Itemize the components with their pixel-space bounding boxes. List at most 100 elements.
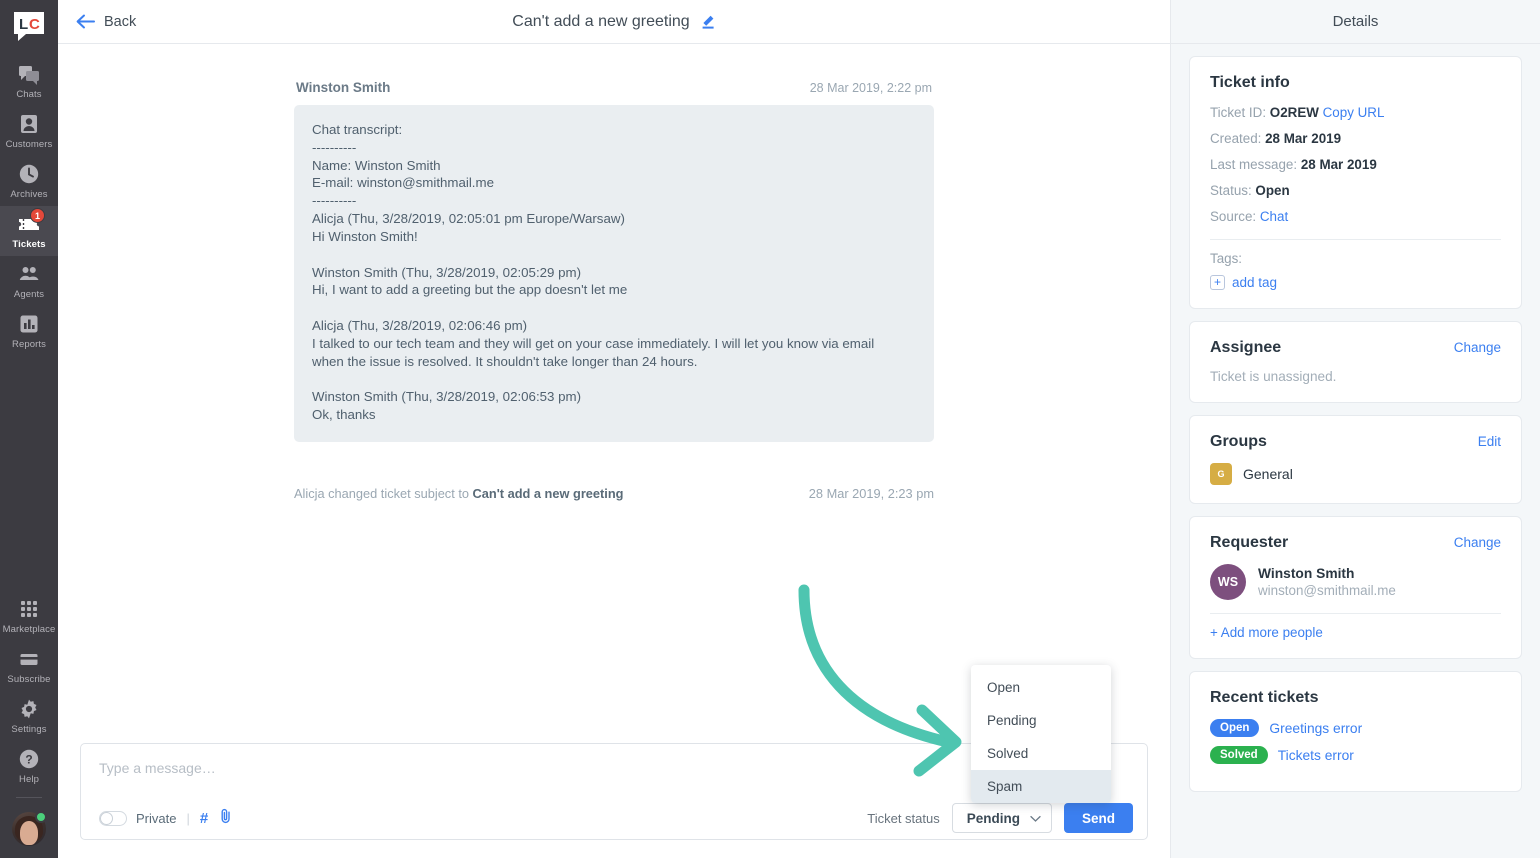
agent-avatar[interactable] <box>12 811 47 846</box>
recent-ticket-link[interactable]: Greetings error <box>1269 721 1362 736</box>
plus-icon: + <box>1210 275 1225 291</box>
recent-ticket-item[interactable]: Open Greetings error <box>1210 719 1501 738</box>
system-event-timestamp: 28 Mar 2019, 2:23 pm <box>808 485 934 501</box>
back-button[interactable]: Back <box>76 14 136 30</box>
subscribe-icon <box>18 648 40 670</box>
group-avatar: G <box>1210 463 1232 486</box>
conversation-area: Winston Smith 28 Mar 2019, 2:22 pm Chat … <box>58 44 1170 743</box>
groups-header: Groups Edit <box>1210 433 1501 451</box>
composer-actions: Ticket status Pending Send <box>867 803 1133 833</box>
arrow-left-icon <box>76 14 95 29</box>
sidebar-item-help[interactable]: ? Help <box>0 741 58 791</box>
details-header: Details <box>1171 0 1540 44</box>
requester-change-link[interactable]: Change <box>1454 535 1501 550</box>
copy-url-link[interactable]: Copy URL <box>1323 105 1385 120</box>
send-button[interactable]: Send <box>1063 803 1133 833</box>
assignee-change-link[interactable]: Change <box>1454 340 1501 355</box>
sidebar-item-label: Subscribe <box>7 674 51 685</box>
details-panel: Details Ticket info Ticket ID: O2REW Cop… <box>1170 0 1540 858</box>
back-button-label: Back <box>104 13 137 30</box>
status-dropdown-menu: Open Pending Solved Spam <box>971 665 1111 803</box>
groups-edit-link[interactable]: Edit <box>1478 434 1501 449</box>
sidebar-item-label: Tickets <box>12 239 46 250</box>
source-label: Source: <box>1210 209 1257 225</box>
ticket-status-label: Ticket status <box>867 810 940 826</box>
system-event-prefix: Alicja changed ticket subject to <box>294 485 473 501</box>
sidebar-item-tickets[interactable]: 1 Tickets <box>0 206 58 256</box>
sidebar-item-archives[interactable]: Archives <box>0 156 58 206</box>
details-body: Ticket info Ticket ID: O2REW Copy URL Cr… <box>1171 44 1540 822</box>
add-tag-label: add tag <box>1232 275 1278 291</box>
reports-icon <box>18 313 40 335</box>
sidebar-item-label: Chats <box>16 89 42 100</box>
sidebar-item-chats[interactable]: Chats <box>0 56 58 106</box>
sidebar-item-marketplace[interactable]: Marketplace <box>0 591 58 641</box>
groups-title: Groups <box>1210 433 1267 451</box>
last-message-row: Last message: 28 Mar 2019 <box>1210 156 1501 174</box>
requester-card: Requester Change WS Winston Smith winsto… <box>1189 516 1522 660</box>
chevron-down-icon <box>1030 811 1041 826</box>
requester-avatar: WS <box>1210 564 1246 601</box>
page-title-row: Can't add a new greeting <box>58 13 1170 31</box>
livechat-logo[interactable]: L C <box>12 10 46 42</box>
add-more-people-button[interactable]: + Add more people <box>1210 625 1501 640</box>
requester-header: Requester Change <box>1210 534 1501 552</box>
requester-email: winston@smithmail.me <box>1258 583 1396 599</box>
assignee-title: Assignee <box>1210 339 1282 357</box>
ticket-id-label: Ticket ID: <box>1210 105 1267 120</box>
private-toggle[interactable] <box>99 810 127 826</box>
marketplace-icon <box>18 598 40 620</box>
message-author: Winston Smith <box>296 80 391 95</box>
ticket-info-title: Ticket info <box>1210 74 1290 91</box>
gear-icon <box>18 698 40 720</box>
sidebar-item-settings[interactable]: Settings <box>0 691 58 741</box>
dropdown-option-pending[interactable]: Pending <box>971 704 1111 737</box>
composer-toolbar: Private | # Ticket status Pending Send <box>81 797 1147 839</box>
paperclip-icon[interactable] <box>220 808 232 828</box>
ticket-topbar: Back Can't add a new greeting <box>58 0 1170 44</box>
dropdown-option-solved[interactable]: Solved <box>971 737 1111 770</box>
group-item[interactable]: G General <box>1210 463 1501 486</box>
svg-text:L: L <box>19 16 28 33</box>
requester-row[interactable]: WS Winston Smith winston@smithmail.me <box>1210 564 1501 601</box>
assignee-empty-text: Ticket is unassigned. <box>1210 369 1337 385</box>
sidebar-item-agents[interactable]: Agents <box>0 256 58 306</box>
message-body: Chat transcript: ---------- Name: Winsto… <box>294 105 934 442</box>
ticket-info-card: Ticket info Ticket ID: O2REW Copy URL Cr… <box>1189 56 1522 310</box>
main-sidebar: L C Chats Customers Archives 1 Tickets A… <box>0 0 58 858</box>
group-name: General <box>1243 466 1293 483</box>
last-message-label: Last message: <box>1210 157 1298 173</box>
agents-icon <box>18 263 40 285</box>
ticket-id-row: Ticket ID: O2REW Copy URL <box>1210 104 1501 122</box>
recent-ticket-link[interactable]: Tickets error <box>1278 748 1354 763</box>
dropdown-option-open[interactable]: Open <box>971 671 1111 704</box>
sidebar-item-label: Help <box>19 774 39 785</box>
app-root: L C Chats Customers Archives 1 Tickets A… <box>0 0 1540 858</box>
status-label: Status: <box>1210 183 1252 199</box>
sidebar-item-subscribe[interactable]: Subscribe <box>0 641 58 691</box>
pencil-icon[interactable] <box>700 14 716 30</box>
chats-icon <box>18 63 40 85</box>
ticket-status-value: Pending <box>966 810 1020 826</box>
ticket-status-select[interactable]: Pending <box>951 803 1052 833</box>
message-header: Winston Smith 28 Mar 2019, 2:22 pm <box>294 80 934 105</box>
sidebar-item-customers[interactable]: Customers <box>0 106 58 156</box>
assignee-card: Assignee Change Ticket is unassigned. <box>1189 321 1522 404</box>
sidebar-item-label: Archives <box>10 189 48 200</box>
message-timestamp: 28 Mar 2019, 2:22 pm <box>809 81 932 95</box>
add-tag-button[interactable]: + add tag <box>1210 275 1501 291</box>
canned-response-icon[interactable]: # <box>200 810 208 827</box>
dropdown-option-spam[interactable]: Spam <box>971 770 1111 803</box>
sidebar-divider <box>16 797 42 798</box>
ticket-info-divider <box>1210 239 1501 241</box>
online-status-indicator <box>35 811 47 823</box>
sidebar-item-label: Customers <box>5 139 53 150</box>
recent-tickets-card: Recent tickets Open Greetings error Solv… <box>1189 671 1522 793</box>
source-value-link[interactable]: Chat <box>1260 209 1288 224</box>
svg-text:?: ? <box>25 753 32 767</box>
status-badge: Open <box>1210 719 1260 738</box>
groups-card: Groups Edit G General <box>1189 415 1522 505</box>
recent-ticket-item[interactable]: Solved Tickets error <box>1210 746 1501 765</box>
sidebar-item-reports[interactable]: Reports <box>0 306 58 356</box>
system-event-subject: Can't add a new greeting <box>472 485 624 501</box>
